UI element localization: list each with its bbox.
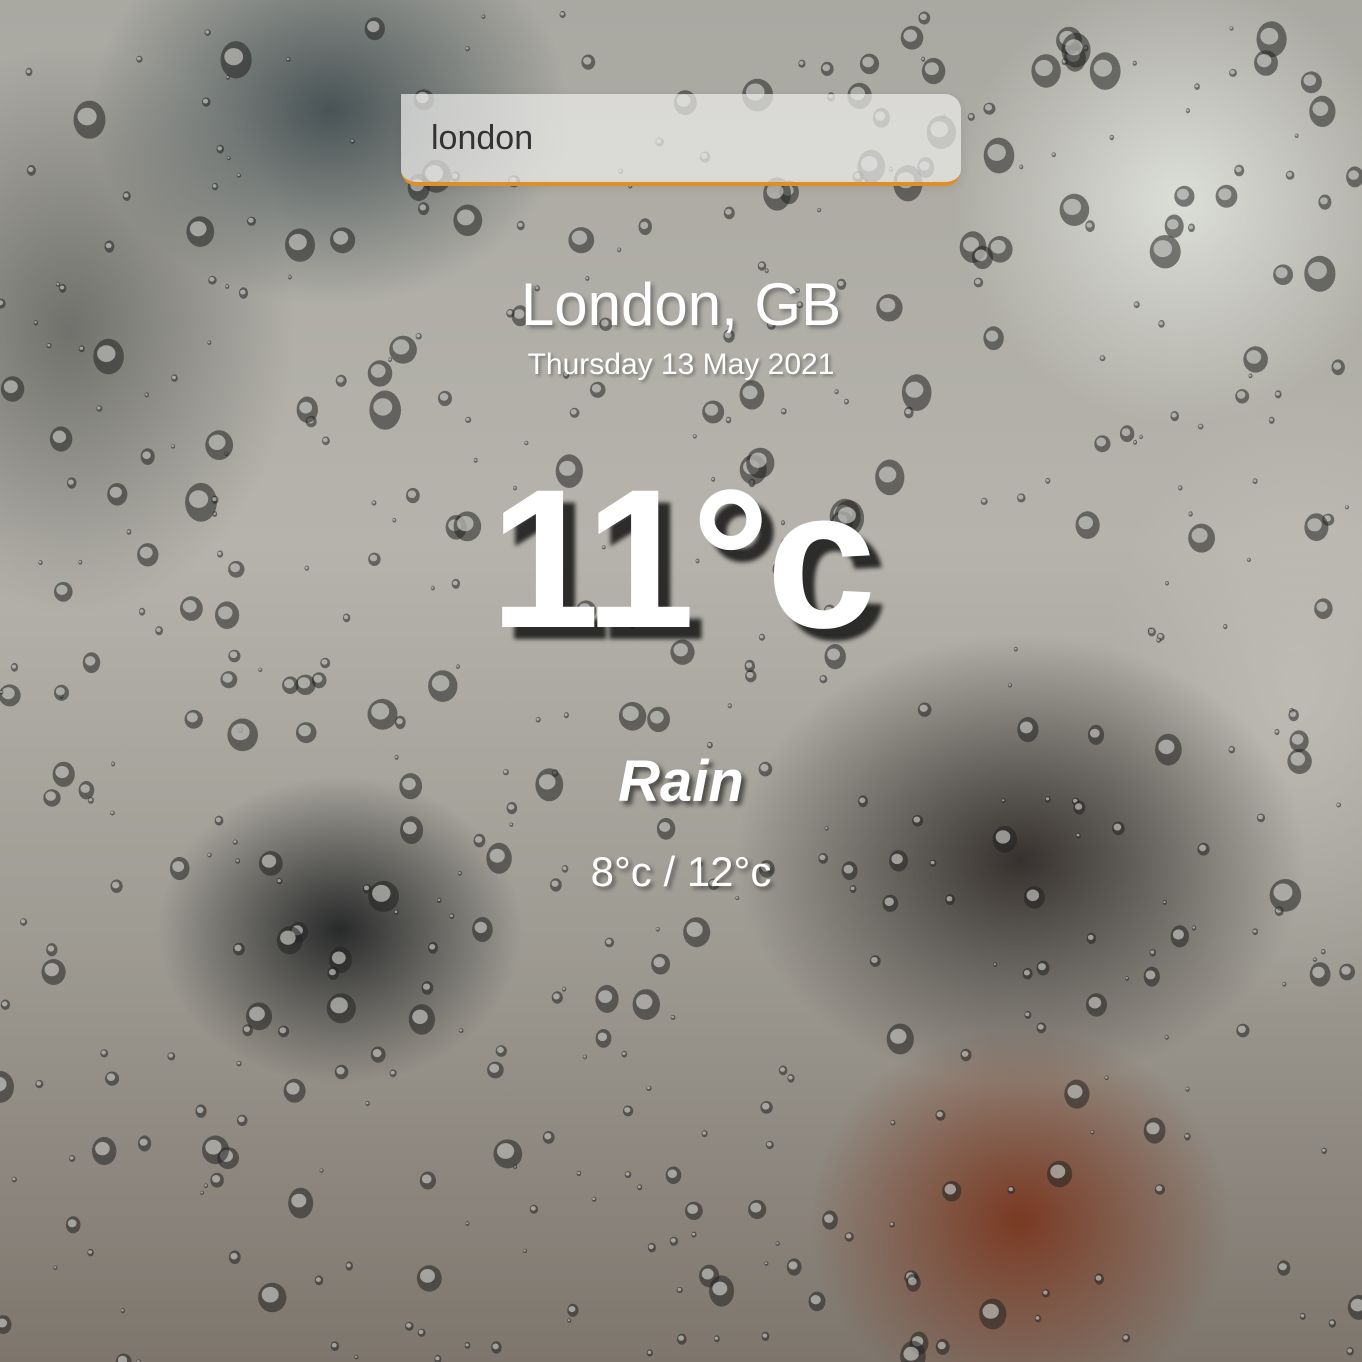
- hi-low-temperature: 8°c / 12°c: [590, 848, 772, 895]
- current-date: Thursday 13 May 2021: [527, 348, 835, 381]
- search-input[interactable]: [401, 94, 961, 182]
- temperature: 11°c: [489, 448, 877, 669]
- weather-condition: Rain: [618, 749, 744, 814]
- search-box: [401, 94, 961, 186]
- location-name: London, GB: [520, 271, 842, 338]
- weather-app: London, GB Thursday 13 May 2021 11°c Rai…: [0, 0, 1362, 1362]
